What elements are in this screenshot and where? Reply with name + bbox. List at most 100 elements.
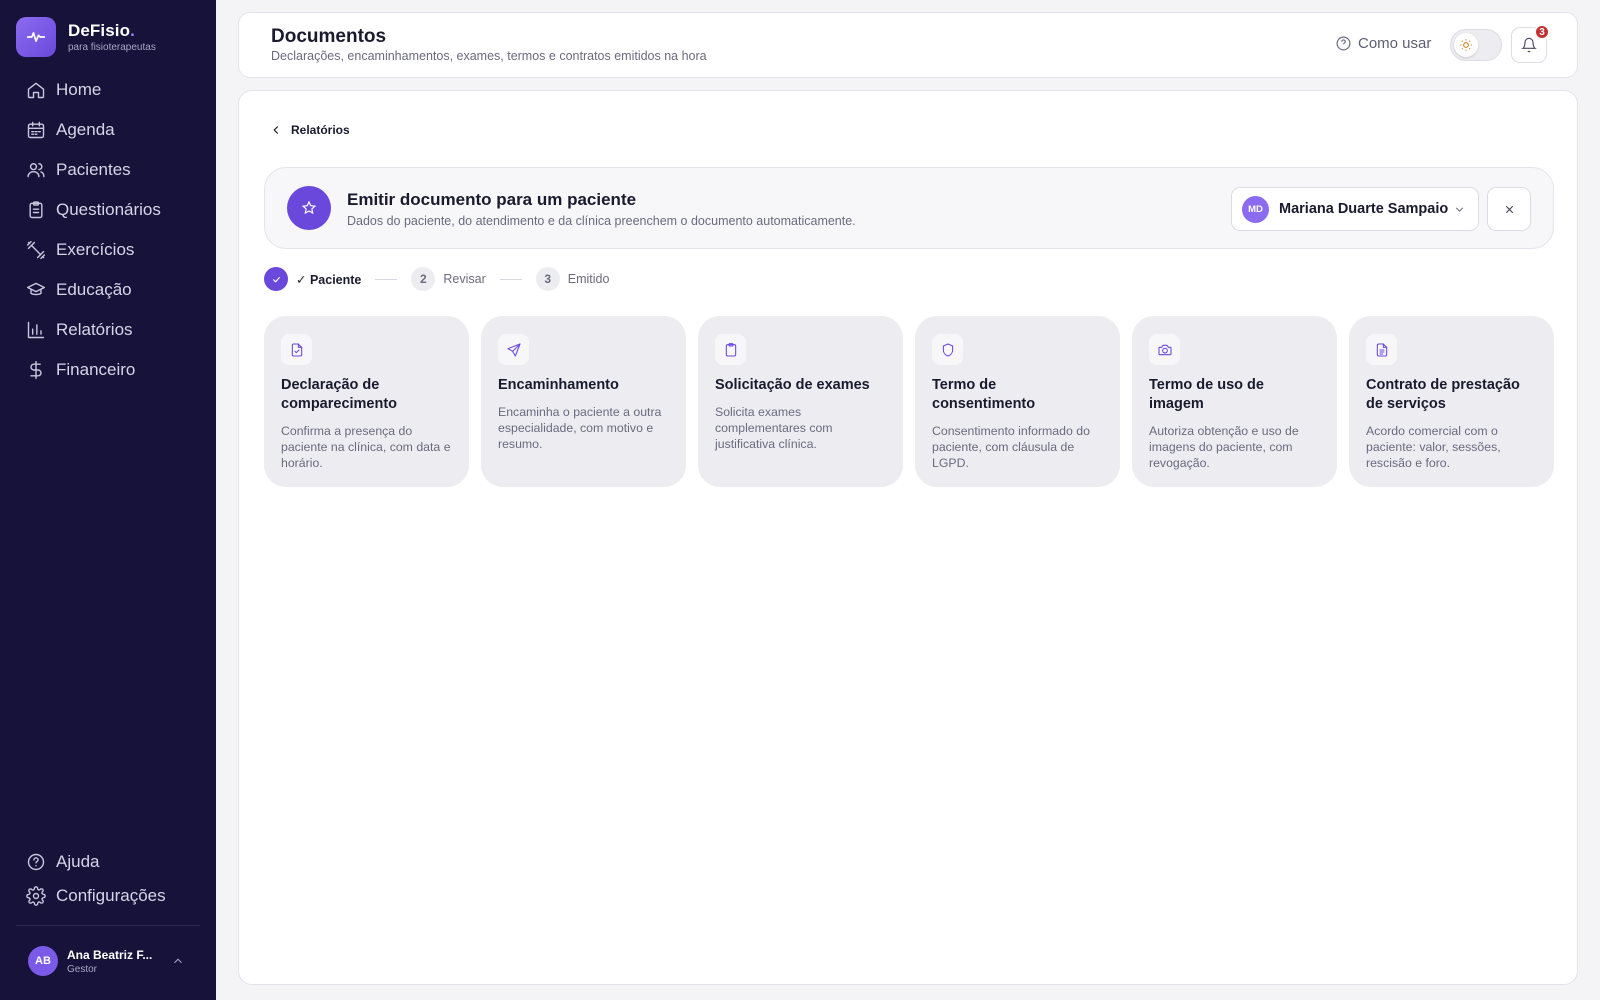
step-revisar[interactable]: 2 Revisar	[411, 267, 486, 291]
step-label: Emitido	[567, 272, 610, 286]
sidebar-item-label: Exercícios	[56, 240, 135, 259]
back-to-reports-link[interactable]: Relatórios	[269, 123, 350, 137]
brand-name: DeFisio.	[68, 21, 135, 40]
chevron-up-icon[interactable]	[171, 954, 185, 968]
card-termo-consentimento[interactable]: Termo de consentimento Consentimento inf…	[915, 316, 1120, 487]
bar-chart-icon	[27, 321, 45, 339]
help-circle-icon	[27, 853, 45, 871]
sidebar-bottom-nav: Ajuda Configurações	[14, 845, 202, 913]
notification-badge: 3	[1534, 24, 1550, 40]
brand[interactable]: DeFisio. para fisioterapeutas	[16, 17, 156, 57]
step-done-indicator	[264, 267, 288, 291]
card-title: Contrato de prestação de serviços	[1366, 377, 1520, 412]
file-check-icon	[281, 334, 312, 365]
user-menu[interactable]: AB Ana Beatriz F... Gestor	[28, 946, 188, 976]
sidebar-divider	[16, 925, 200, 926]
notifications-button[interactable]: 3	[1511, 24, 1550, 63]
chevron-down-icon	[1455, 207, 1464, 212]
stepper: ✓ Paciente 2 Revisar 3 Emitido	[264, 267, 609, 291]
card-title: Solicitação de exames	[715, 377, 870, 393]
back-link-label: Relatórios	[291, 123, 350, 137]
gear-icon	[26, 886, 46, 906]
avatar: AB	[28, 946, 58, 976]
page-title: Documentos	[271, 26, 387, 47]
sidebar-item-label: Educação	[56, 280, 132, 299]
card-title: Declaração de comparecimento	[281, 377, 398, 412]
step-paciente[interactable]: ✓ Paciente	[264, 267, 361, 291]
card-description: Autoriza obtenção e uso de imagens do pa…	[1149, 424, 1299, 470]
how-to-use-label: Como usar	[1358, 35, 1432, 52]
sidebar-item-questionarios[interactable]: Questionários	[14, 190, 202, 230]
emit-title: Emitir documento para um paciente	[347, 190, 637, 209]
dollar-icon	[30, 360, 42, 380]
card-description: Solicita exames complementares com justi…	[715, 405, 833, 451]
sidebar-item-relatorios[interactable]: Relatórios	[14, 310, 202, 350]
card-title: Encaminhamento	[498, 377, 619, 393]
card-encaminhamento[interactable]: Encaminhamento Encaminha o paciente a ou…	[481, 316, 686, 487]
user-name: Ana Beatriz F...	[67, 947, 153, 962]
dumbbell-icon	[26, 240, 46, 260]
brand-tagline: para fisioterapeutas	[68, 42, 156, 53]
clipboard-icon	[29, 201, 43, 219]
card-description: Confirma a presença do paciente na clíni…	[281, 424, 451, 470]
close-icon	[1505, 205, 1513, 213]
card-termo-uso-imagem[interactable]: Termo de uso de imagem Autoriza obtenção…	[1132, 316, 1337, 487]
sidebar-item-configuracoes[interactable]: Configurações	[14, 879, 202, 913]
sidebar-item-label: Configurações	[56, 886, 166, 905]
step-connector	[499, 278, 522, 280]
card-contrato-servicos[interactable]: Contrato de prestação de serviços Acordo…	[1349, 316, 1554, 487]
users-icon	[27, 163, 45, 178]
patient-name: Mariana Duarte Sampaio	[1279, 201, 1449, 217]
close-button[interactable]	[1487, 187, 1531, 231]
sidebar: DeFisio. para fisioterapeutas Home Agend…	[0, 0, 216, 1000]
sidebar-item-label: Pacientes	[56, 160, 131, 179]
theme-toggle[interactable]	[1450, 29, 1502, 61]
sidebar-item-home[interactable]: Home	[14, 70, 202, 110]
sidebar-nav: Home Agenda Pacientes Questionários Exer…	[14, 70, 202, 390]
page-header: Documentos Declarações, encaminhamentos,…	[238, 12, 1578, 78]
patient-select[interactable]: MD Mariana Duarte Sampaio	[1231, 187, 1479, 231]
how-to-use-button[interactable]: Como usar	[1335, 35, 1431, 52]
sidebar-item-exercicios[interactable]: Exercícios	[14, 230, 202, 270]
home-icon	[27, 82, 45, 99]
bell-icon	[1521, 37, 1537, 53]
card-description: Consentimento informado do paciente, com…	[932, 424, 1090, 470]
card-solicitacao-exames[interactable]: Solicitação de exames Solicita exames co…	[698, 316, 903, 487]
step-emitido[interactable]: 3 Emitido	[535, 267, 610, 291]
step-number: 2	[411, 267, 436, 291]
emit-subtitle: Dados do paciente, do atendimento e da c…	[347, 214, 856, 228]
shield-icon	[932, 334, 963, 365]
send-icon	[498, 334, 529, 365]
star-icon	[287, 186, 331, 230]
patient-avatar: MD	[1242, 195, 1269, 223]
sidebar-item-ajuda[interactable]: Ajuda	[14, 845, 202, 879]
pulse-logo-icon	[16, 17, 56, 57]
step-connector	[375, 278, 398, 280]
sidebar-item-label: Agenda	[56, 120, 115, 139]
user-role: Gestor	[67, 963, 98, 975]
sidebar-item-label: Questionários	[56, 200, 161, 219]
main-content: Relatórios Emitir documento para um paci…	[238, 90, 1578, 985]
sun-icon	[1460, 39, 1472, 51]
help-circle-icon	[1336, 36, 1351, 51]
sidebar-item-pacientes[interactable]: Pacientes	[14, 150, 202, 190]
sidebar-item-agenda[interactable]: Agenda	[14, 110, 202, 150]
step-number: 3	[535, 267, 560, 291]
step-label: ✓ Paciente	[296, 272, 362, 287]
toggle-knob	[1454, 33, 1478, 57]
card-declaracao-comparecimento[interactable]: Declaração de comparecimento Confirma a …	[264, 316, 469, 487]
emit-document-panel: Emitir documento para um paciente Dados …	[264, 167, 1554, 249]
sidebar-item-label: Ajuda	[56, 852, 100, 871]
sidebar-item-label: Financeiro	[56, 360, 136, 379]
graduation-cap-icon	[26, 282, 46, 296]
clipboard-icon	[715, 334, 746, 365]
file-text-icon	[1366, 334, 1397, 365]
card-title: Termo de consentimento	[932, 377, 1036, 412]
sidebar-item-educacao[interactable]: Educação	[14, 270, 202, 310]
camera-icon	[1149, 334, 1180, 365]
chevron-left-icon	[273, 126, 279, 134]
sidebar-item-financeiro[interactable]: Financeiro	[14, 350, 202, 390]
card-description: Encaminha o paciente a outra especialida…	[498, 405, 662, 451]
card-description: Acordo comercial com o paciente: valor, …	[1366, 424, 1501, 470]
sidebar-item-label: Home	[56, 80, 102, 99]
